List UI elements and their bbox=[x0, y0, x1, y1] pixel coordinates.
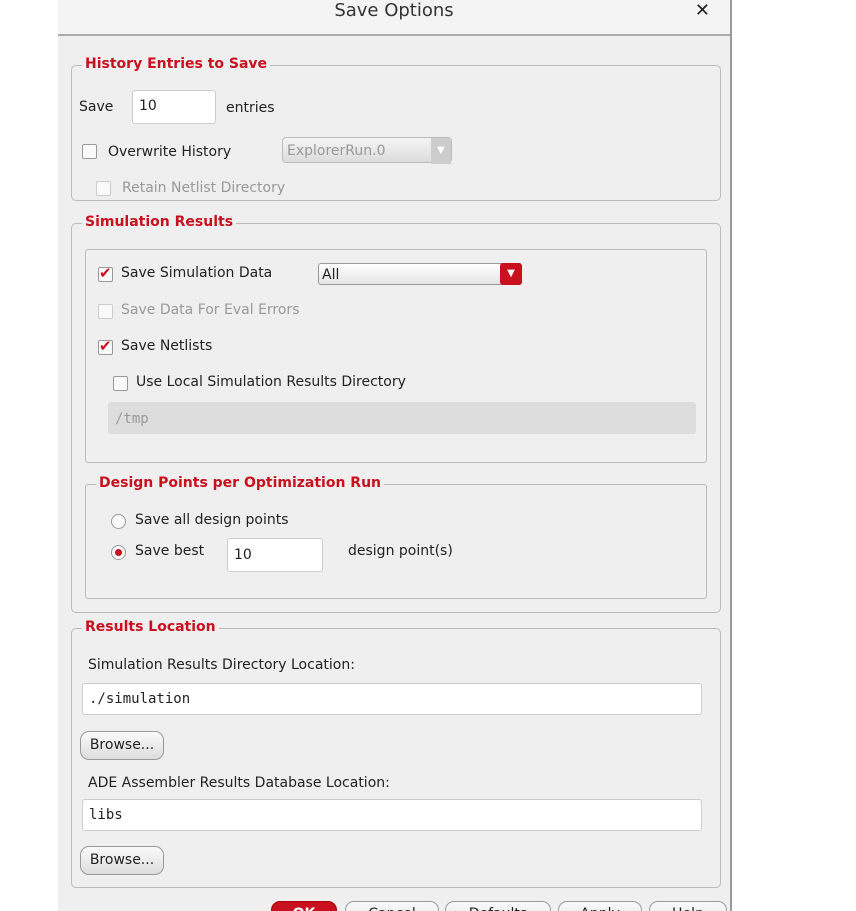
history-legend: History Entries to Save bbox=[82, 56, 271, 72]
design-points-label: design point(s) bbox=[348, 543, 453, 559]
run-select[interactable]: ExplorerRun.0 ▼ bbox=[282, 137, 452, 164]
save-all-radio[interactable] bbox=[111, 514, 126, 529]
checkmark-icon: ✔ bbox=[99, 264, 112, 282]
save-eval-errors-label: Save Data For Eval Errors bbox=[121, 302, 300, 318]
radio-selected-dot bbox=[115, 549, 122, 556]
close-icon[interactable]: ✕ bbox=[695, 0, 710, 21]
save-sim-data-label: Save Simulation Data bbox=[121, 265, 273, 281]
retain-netlist-label: Retain Netlist Directory bbox=[122, 180, 286, 196]
browse-db-button[interactable]: Browse... bbox=[80, 846, 164, 875]
save-sim-data-select[interactable]: All ▼ bbox=[318, 263, 522, 285]
results-location-legend: Results Location bbox=[82, 619, 219, 635]
history-count-input[interactable]: 10 bbox=[132, 90, 216, 124]
db-location-label: ADE Assembler Results Database Location: bbox=[88, 775, 390, 791]
run-select-value: ExplorerRun.0 bbox=[287, 143, 386, 159]
retain-netlist-checkbox[interactable] bbox=[96, 181, 111, 196]
save-best-label: Save best bbox=[135, 543, 205, 559]
use-local-dir-checkbox[interactable] bbox=[113, 376, 128, 391]
db-location-input[interactable]: libs bbox=[82, 799, 702, 831]
history-group: History Entries to Save Save 10 entries … bbox=[71, 56, 721, 201]
save-best-radio[interactable] bbox=[111, 545, 126, 560]
chevron-down-icon: ▼ bbox=[431, 138, 451, 164]
entries-label: entries bbox=[226, 100, 275, 116]
overwrite-history-label: Overwrite History bbox=[108, 144, 232, 160]
save-eval-errors-checkbox[interactable] bbox=[98, 304, 113, 319]
save-netlists-checkbox[interactable]: ✔ bbox=[98, 337, 113, 355]
save-sim-data-checkbox[interactable]: ✔ bbox=[98, 264, 113, 282]
chevron-down-icon: ▼ bbox=[500, 263, 522, 285]
save-sim-select-value: All bbox=[322, 267, 340, 283]
save-all-label: Save all design points bbox=[135, 512, 289, 528]
overwrite-history-checkbox[interactable] bbox=[82, 144, 97, 159]
save-label: Save bbox=[79, 99, 114, 115]
defaults-button[interactable]: Defaults bbox=[445, 901, 551, 911]
sim-data-panel: ✔ Save Simulation Data All ▼ Save Data Fo… bbox=[85, 249, 707, 463]
checkmark-icon: ✔ bbox=[99, 337, 112, 355]
title-bar: Save Options ✕ bbox=[58, 0, 730, 36]
sim-dir-input[interactable]: ./simulation bbox=[82, 683, 702, 715]
simulation-results-group: Simulation Results ✔ Save Simulation Dat… bbox=[71, 214, 721, 613]
browse-sim-dir-button[interactable]: Browse... bbox=[80, 731, 164, 760]
save-options-dialog: Save Options ✕ History Entries to Save S… bbox=[58, 0, 732, 911]
best-count-input[interactable]: 10 bbox=[227, 538, 323, 572]
cancel-button[interactable]: Cancel bbox=[345, 901, 439, 911]
help-button[interactable]: Help bbox=[649, 901, 727, 911]
apply-button[interactable]: Apply bbox=[558, 901, 642, 911]
design-points-group: Design Points per Optimization Run Save … bbox=[85, 475, 707, 599]
local-dir-input[interactable]: /tmp bbox=[108, 402, 696, 434]
sim-dir-label: Simulation Results Directory Location: bbox=[88, 657, 355, 673]
results-location-group: Results Location Simulation Results Dire… bbox=[71, 619, 721, 888]
dialog-title: Save Options bbox=[334, 0, 454, 21]
save-netlists-label: Save Netlists bbox=[121, 338, 213, 354]
ok-button[interactable]: OK bbox=[271, 901, 337, 911]
use-local-dir-label: Use Local Simulation Results Directory bbox=[136, 374, 406, 390]
simulation-legend: Simulation Results bbox=[82, 214, 237, 230]
design-points-legend: Design Points per Optimization Run bbox=[96, 475, 385, 491]
